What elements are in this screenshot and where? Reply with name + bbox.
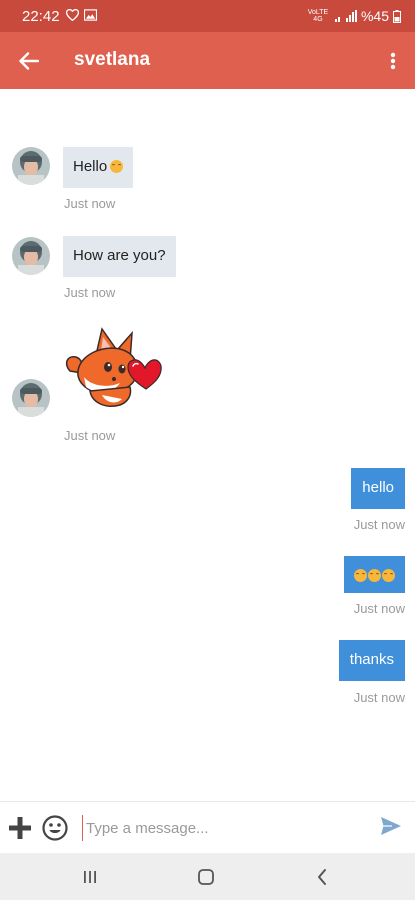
network-type-label: VoLTE 4G [307,9,329,23]
outgoing-message-bubble[interactable] [344,556,405,593]
status-bar: 22:42 VoLTE 4G %45 [0,0,415,32]
contact-avatar[interactable] [12,147,50,185]
message-text: Hello [73,158,108,175]
message-timestamp: Just now [64,196,116,211]
system-navigation-bar [0,853,415,900]
more-vertical-icon [390,52,396,70]
contact-avatar[interactable] [12,379,50,417]
contact-avatar[interactable] [12,237,50,275]
arrow-left-icon [19,52,39,70]
smiley-icon [42,815,68,841]
nav-back-button[interactable] [310,865,334,889]
recent-apps-icon [84,871,96,883]
image-icon [84,9,97,21]
fox-sticker-image [65,327,162,407]
message-input[interactable] [82,815,362,841]
avatar-photo [12,147,50,185]
avatar-photo [12,379,50,417]
incoming-message-bubble[interactable]: How are you? [63,236,176,277]
overflow-menu-button[interactable] [381,46,405,76]
plus-icon [9,817,31,839]
status-right-group: VoLTE 4G %45 [305,8,401,24]
avatar-photo [12,237,50,275]
chevron-left-icon [318,869,326,885]
app-bar: svetlana [0,32,415,89]
smiling-face-emoji-icon [354,569,367,582]
recent-apps-button[interactable] [78,865,102,889]
smiling-face-emoji-icon [368,569,381,582]
battery-level: %45 [360,8,389,24]
message-timestamp: Just now [64,428,116,443]
back-button[interactable] [14,46,44,76]
fox-heart-sticker[interactable] [62,327,162,413]
smiling-face-emoji-icon [382,569,395,582]
send-button[interactable] [380,816,404,840]
status-time: 22:42 [22,8,60,25]
outgoing-message-bubble[interactable]: thanks [338,640,405,681]
send-icon [381,817,401,835]
incoming-message-bubble[interactable]: Hello [63,147,134,188]
smiling-face-emoji-icon [110,160,124,173]
home-button[interactable] [194,865,218,889]
outgoing-message-bubble[interactable]: hello [351,468,405,509]
message-timestamp: Just now [353,517,405,532]
heart-outline-icon [66,9,79,21]
message-timestamp: Just now [64,285,116,300]
battery-icon [393,9,401,23]
message-text: thanks [349,651,394,668]
status-notification-icons [66,9,97,21]
message-text: hello [362,479,394,496]
message-timestamp: Just now [353,690,405,705]
home-icon [198,869,214,885]
emoji-button[interactable] [42,815,68,841]
signal-icon [334,10,357,22]
message-composer [0,801,415,853]
message-text: How are you? [73,247,166,264]
message-timestamp: Just now [353,601,405,616]
chat-title: svetlana [74,49,151,70]
attach-button[interactable] [7,815,33,841]
